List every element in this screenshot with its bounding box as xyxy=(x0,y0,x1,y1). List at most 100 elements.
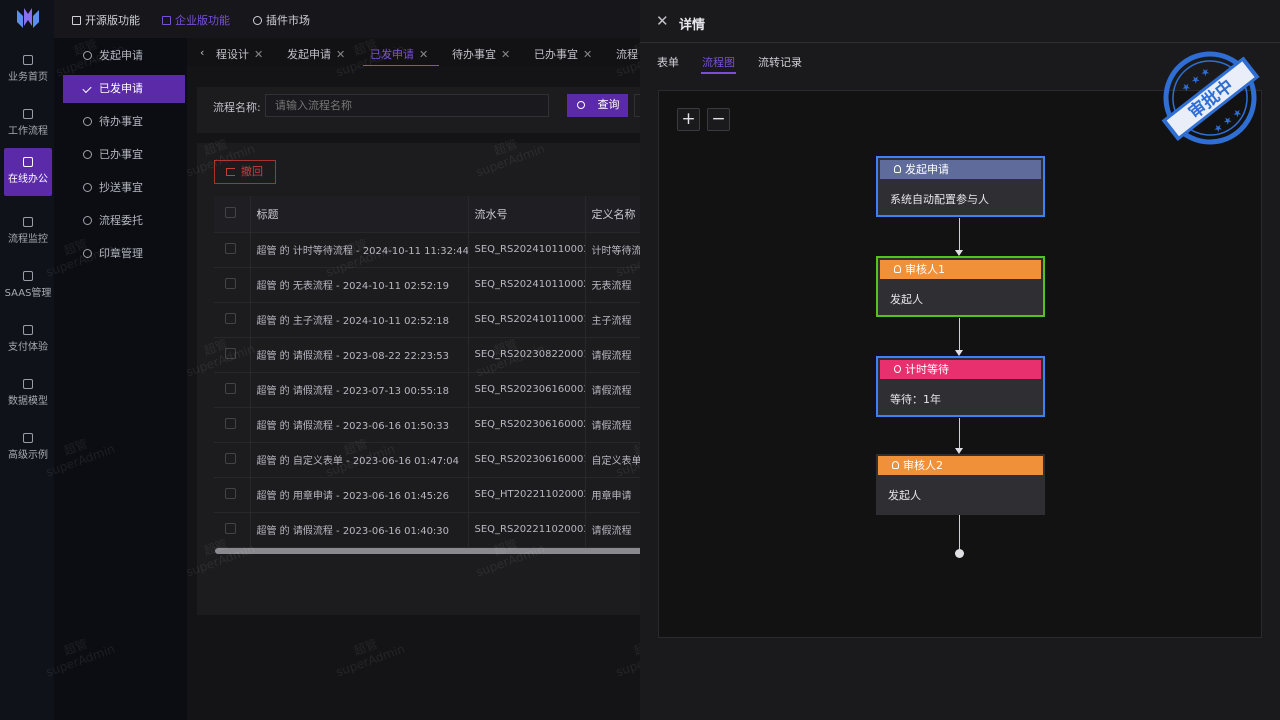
checkbox-icon xyxy=(225,487,236,499)
submenu-item-1[interactable]: 已发申请 xyxy=(63,75,185,103)
row-checkbox[interactable] xyxy=(214,407,251,443)
square-icon xyxy=(162,16,171,25)
table-row[interactable]: 超管 的 请假流程 - 2023-07-13 00:55:18 SEQ_RS202… xyxy=(214,372,645,408)
close-icon[interactable]: ✕ xyxy=(419,48,428,61)
drawer-divider xyxy=(640,42,1280,43)
submenu-item-4[interactable]: 抄送事宜 xyxy=(63,174,185,202)
row-checkbox[interactable] xyxy=(214,442,251,478)
zoom-out-button[interactable]: − xyxy=(707,108,730,131)
process-table: 标题 流水号 定义名称 超管 的 计时等待流程 - 2024-10-11 11:… xyxy=(214,196,645,548)
table-row[interactable]: 超管 的 计时等待流程 - 2024-10-11 11:32:44 SEQ_RS2… xyxy=(214,232,645,268)
close-icon[interactable]: ✕ xyxy=(254,48,263,61)
horizontal-scrollbar[interactable] xyxy=(215,548,645,554)
table-cell: 超管 的 请假流程 - 2023-08-22 22:23:53 xyxy=(250,337,469,373)
rail-item-6[interactable]: 数据模型 xyxy=(4,370,52,418)
flow-node-0[interactable]: 发起申请 系统自动配置参与人 xyxy=(876,156,1045,217)
rail-item-2[interactable]: 在线办公 xyxy=(4,148,52,196)
table-cell: SEQ_RS202410110002 xyxy=(468,267,586,303)
top-nav-plugins[interactable]: 插件市场 xyxy=(253,12,310,28)
flow-node-3[interactable]: 审核人2 发起人 xyxy=(876,454,1045,515)
user-icon xyxy=(894,165,901,173)
approval-stamp: 审批中 ★ ★ ★ ★ ★ ★ xyxy=(1161,51,1260,145)
query-button[interactable]: 查询 xyxy=(567,94,628,117)
table-row[interactable]: 超管 的 请假流程 - 2023-06-16 01:50:33 SEQ_RS202… xyxy=(214,407,645,443)
checkbox-icon xyxy=(225,242,236,254)
table-cell: 用章申请 xyxy=(585,477,645,513)
example-icon xyxy=(23,433,33,443)
rail-item-0[interactable]: 业务首页 xyxy=(4,46,52,94)
table-cell: 超管 的 主子流程 - 2024-10-11 02:52:18 xyxy=(250,302,469,338)
table-cell: 超管 的 请假流程 - 2023-06-16 01:40:30 xyxy=(250,512,469,548)
row-checkbox[interactable] xyxy=(214,232,251,268)
table-row[interactable]: 超管 的 无表流程 - 2024-10-11 02:52:19 SEQ_RS202… xyxy=(214,267,645,303)
submenu-item-3[interactable]: 已办事宜 xyxy=(63,141,185,169)
tab-design[interactable]: 程设计 ✕ xyxy=(216,46,263,62)
flow-node-body: 发起人 xyxy=(890,293,923,306)
tab-scroll-left[interactable]: ‹ xyxy=(200,46,204,59)
select-all-checkbox[interactable] xyxy=(214,196,251,233)
zoom-in-button[interactable]: + xyxy=(677,108,700,131)
table-cell: SEQ_HT202211020002 xyxy=(468,477,586,513)
left-rail: 业务首页 工作流程 在线办公 流程监控 SAAS管理 支付体验 数据模型 高级示例 xyxy=(0,0,54,720)
process-name-input[interactable] xyxy=(265,94,549,117)
table-row[interactable]: 超管 的 请假流程 - 2023-08-22 22:23:53 SEQ_RS202… xyxy=(214,337,645,373)
flow-node-header: 审核人2 xyxy=(878,456,1043,475)
connector-line xyxy=(959,418,960,452)
submenu-item-2[interactable]: 待办事宜 xyxy=(63,108,185,136)
submenu-item-5[interactable]: 流程委托 xyxy=(63,207,185,235)
close-icon[interactable]: ✕ xyxy=(656,12,669,30)
row-checkbox[interactable] xyxy=(214,267,251,303)
table-row[interactable]: 超管 的 请假流程 - 2023-06-16 01:40:30 SEQ_RS202… xyxy=(214,512,645,548)
flow-node-body: 等待：1年 xyxy=(890,393,941,406)
table-cell: 主子流程 xyxy=(585,302,645,338)
flow-node-header: 审核人1 xyxy=(880,260,1041,279)
rail-item-3[interactable]: 流程监控 xyxy=(4,208,52,256)
saas-icon xyxy=(23,271,33,281)
user-icon xyxy=(894,265,901,273)
table-cell: 请假流程 xyxy=(585,372,645,408)
table-cell: SEQ_RS202306160001 xyxy=(468,442,586,478)
flow-node-body: 发起人 xyxy=(888,489,921,502)
column-definition[interactable]: 定义名称 xyxy=(585,196,645,233)
search-icon xyxy=(577,101,585,109)
close-icon[interactable]: ✕ xyxy=(501,48,510,61)
top-nav-enterprise[interactable]: 企业版功能 xyxy=(162,12,230,28)
table-row[interactable]: 超管 的 自定义表单 - 2023-06-16 01:47:04 SEQ_RS20… xyxy=(214,442,645,478)
close-icon[interactable]: ✕ xyxy=(583,48,592,61)
checkbox-icon xyxy=(225,312,236,324)
chevron-left-icon: ‹ xyxy=(200,46,205,59)
tab-done[interactable]: 已办事宜 ✕ xyxy=(534,46,592,62)
tab-flow-records[interactable]: 流转记录 xyxy=(758,54,802,70)
question-icon xyxy=(83,117,92,126)
table-cell: SEQ_RS202410110003 xyxy=(468,232,586,268)
table-row[interactable]: 超管 的 主子流程 - 2024-10-11 02:52:18 SEQ_RS202… xyxy=(214,302,645,338)
clock-icon xyxy=(894,365,901,373)
mail-icon xyxy=(83,183,92,192)
top-nav-opensource[interactable]: 开源版功能 xyxy=(72,12,140,28)
undo-icon xyxy=(226,168,235,176)
row-checkbox[interactable] xyxy=(214,477,251,513)
tab-form[interactable]: 表单 xyxy=(657,54,679,70)
flow-node-header: 发起申请 xyxy=(880,160,1041,179)
model-icon xyxy=(23,379,33,389)
rail-item-1[interactable]: 工作流程 xyxy=(4,100,52,148)
check-icon xyxy=(82,83,92,94)
flow-node-header: 计时等待 xyxy=(880,360,1041,379)
column-title[interactable]: 标题 xyxy=(250,196,469,233)
office-icon xyxy=(23,157,33,167)
tab-todo[interactable]: 待办事宜 ✕ xyxy=(452,46,510,62)
table-cell: SEQ_RS202306160003 xyxy=(468,372,586,408)
flow-node-2[interactable]: 计时等待等待：1年 xyxy=(876,356,1045,417)
table-row[interactable]: 超管 的 用章申请 - 2023-06-16 01:45:26 SEQ_HT202… xyxy=(214,477,645,513)
table-cell: 请假流程 xyxy=(585,337,645,373)
flow-node-1[interactable]: 审核人1 发起人 xyxy=(876,256,1045,317)
row-checkbox[interactable] xyxy=(214,372,251,408)
grid-icon xyxy=(72,16,81,25)
monitor-icon xyxy=(23,217,33,227)
connector-line xyxy=(959,318,960,354)
pay-icon xyxy=(23,325,33,335)
tab-flowchart[interactable]: 流程图 xyxy=(702,54,735,70)
column-serial[interactable]: 流水号 xyxy=(468,196,586,233)
checkbox-icon xyxy=(225,452,236,464)
rail-item-5[interactable]: 支付体验 xyxy=(4,316,52,364)
